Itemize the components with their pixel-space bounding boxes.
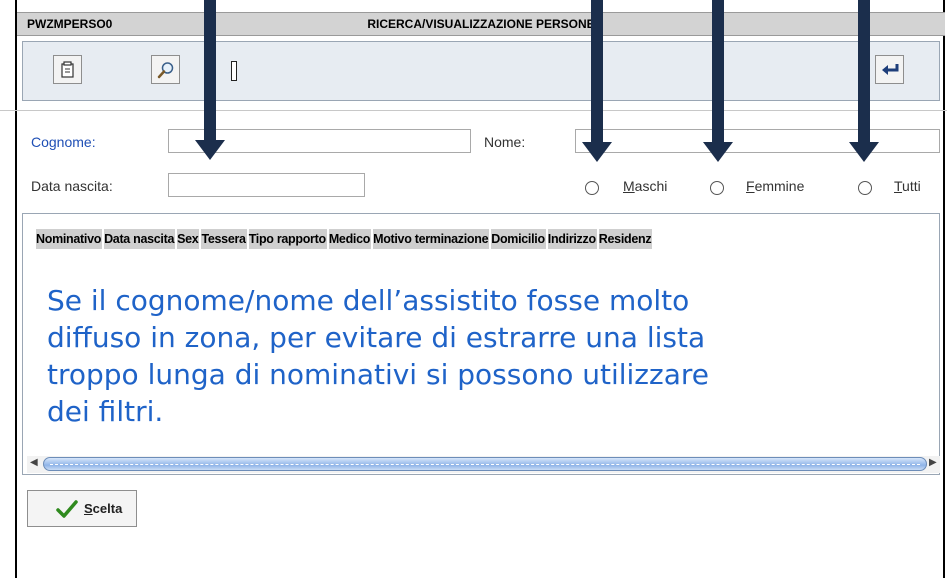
scroll-left-icon[interactable]: ◀ — [30, 457, 38, 468]
radio-tutti[interactable] — [858, 181, 872, 195]
radio-femmine[interactable] — [710, 181, 724, 195]
data-nascita-label: Data nascita: — [31, 178, 113, 194]
radio-tutti-label: Tutti — [894, 178, 921, 194]
radio-maschi-label: Maschi — [623, 178, 668, 194]
search-icon — [157, 61, 173, 78]
column-header[interactable]: Sex — [177, 229, 200, 249]
horizontal-scrollbar[interactable]: ◀ ▶ — [27, 456, 940, 473]
column-header[interactable]: Nominativo — [36, 229, 103, 249]
column-header[interactable]: Indirizzo — [547, 229, 597, 249]
data-nascita-field[interactable] — [168, 173, 365, 197]
column-header[interactable]: Residenz — [598, 229, 653, 249]
nome-label: Nome: — [484, 134, 526, 150]
column-header[interactable]: Tipo rapporto — [248, 229, 327, 249]
text-cursor — [231, 61, 237, 81]
radio-femmine-label: Femmine — [746, 178, 805, 194]
back-button[interactable] — [875, 55, 904, 84]
column-header[interactable]: Domicilio — [491, 229, 546, 249]
column-header[interactable]: Medico — [328, 229, 372, 249]
cognome-label: Cognome: — [31, 134, 96, 150]
annotation-line: diffuso in zona, per evitare di estrarre… — [47, 321, 706, 354]
annotation-line: Se il cognome/nome dell’assistito fosse … — [47, 284, 690, 317]
search-button[interactable] — [151, 55, 180, 84]
scroll-right-icon[interactable]: ▶ — [929, 457, 937, 468]
checkmark-icon — [56, 499, 78, 518]
divider — [0, 110, 947, 111]
column-header[interactable]: Tessera — [201, 229, 247, 249]
column-header[interactable]: Motivo terminazione — [373, 229, 490, 249]
clear-form-button[interactable] — [53, 55, 82, 84]
annotation-text: Se il cognome/nome dell’assistito fosse … — [47, 282, 927, 430]
annotation-line: dei filtri. — [47, 395, 164, 428]
scelta-button[interactable]: Scelta — [27, 490, 137, 527]
annotation-line: troppo lunga di nominativi si possono ut… — [47, 358, 709, 391]
radio-maschi[interactable] — [585, 181, 599, 195]
scelta-label: Scelta — [84, 501, 123, 516]
nome-field[interactable] — [575, 129, 940, 153]
scrollbar-thumb[interactable] — [43, 457, 927, 471]
table-header: Nominativo Data nascita Sex Tessera Tipo rap… — [36, 229, 940, 251]
window-title: RICERCA/VISUALIZZAZIONE PERSONE — [367, 17, 595, 31]
clear-form-icon — [60, 60, 74, 78]
toolbar — [22, 41, 940, 101]
title-bar: PWZMPERSO0 RICERCA/VISUALIZZAZIONE PERSO… — [17, 12, 945, 36]
column-header[interactable]: Data nascita — [104, 229, 176, 249]
back-icon — [881, 63, 898, 75]
